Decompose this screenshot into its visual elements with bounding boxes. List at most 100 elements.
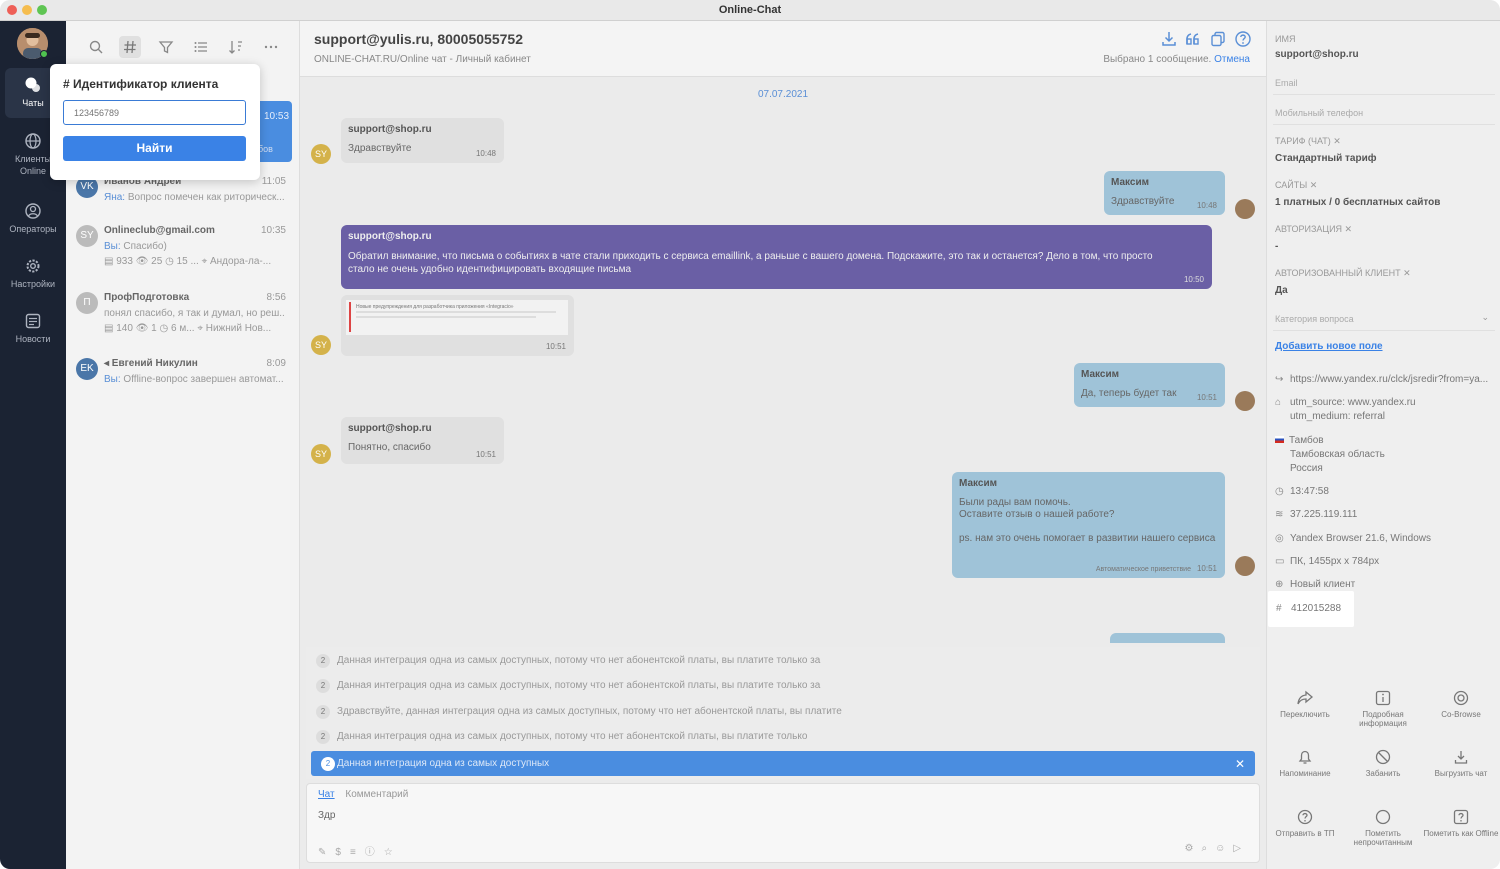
tariff-value: Стандартный тариф	[1275, 153, 1377, 164]
chevron-down-icon: ⌄	[1481, 312, 1489, 322]
tariff-label: ТАРИФ (ЧАТ) ✕	[1275, 136, 1341, 146]
mark-offline-action[interactable]: Пометить как Offline	[1421, 809, 1500, 838]
chat-time: 8:56	[266, 292, 286, 303]
client-avatar: SY	[311, 335, 331, 355]
city-info: Тамбов	[1275, 435, 1324, 446]
ban-action[interactable]: Забанить	[1343, 749, 1423, 778]
send-to-support-action[interactable]: Отправить в ТП	[1265, 809, 1345, 838]
message-author: Максим	[1081, 369, 1119, 380]
search-icon[interactable]	[85, 36, 107, 58]
more-icon[interactable]	[260, 36, 282, 58]
chat-subtitle: ONLINE-CHAT.RU/Online чат - Личный кабин…	[314, 54, 531, 65]
email-field[interactable]: Email	[1273, 73, 1495, 95]
message-author: Максим	[959, 478, 997, 489]
download-icon[interactable]	[1160, 30, 1178, 48]
category-select[interactable]: Категория вопроса ⌄	[1273, 309, 1495, 331]
quick-reply-item[interactable]: 2 Данная интеграция одна из самых доступн…	[306, 650, 1260, 672]
cancel-selection-link[interactable]: Отмена	[1214, 54, 1250, 65]
chat-name: ◂ Евгений Никулин	[104, 358, 198, 369]
quick-reply-item[interactable]: 2 Здравствуйте, данная интеграция одна из…	[306, 701, 1260, 723]
app-window: Online-Chat Чаты Клиенты Online Оператор…	[0, 0, 1500, 869]
operator-message-avatar	[1235, 199, 1255, 219]
chat-list-item[interactable]: VK Иванов Андрей 11:05 Яна: Вопрос помеч…	[76, 176, 296, 216]
globe-icon	[25, 133, 41, 149]
export-chat-action[interactable]: Выгрузить чат	[1421, 749, 1500, 778]
client-avatar: SY	[311, 144, 331, 164]
selected-message[interactable]: support@shop.ru Обратил внимание, что пи…	[341, 225, 1212, 289]
chat-name: Onlineclub@gmail.com	[104, 225, 215, 236]
message-time: 10:48	[475, 149, 496, 158]
chat-title: support@yulis.ru, 80005055752	[314, 31, 523, 47]
operator-message-avatar	[1235, 391, 1255, 411]
auth-label: АВТОРИЗАЦИЯ ✕	[1275, 224, 1353, 234]
details-action[interactable]: Подробная информация	[1343, 690, 1423, 728]
composer-toolbar-right[interactable]: ⚙⌕☺▷	[1185, 843, 1249, 854]
chat-list-item[interactable]: SY Onlineclub@gmail.com 10:35 Вы: Спасиб…	[76, 225, 296, 275]
utm-medium-info: utm_medium: referral	[1290, 411, 1386, 422]
list-icon[interactable]	[190, 36, 212, 58]
image-message[interactable]: Новые предупреждения для разработчика пр…	[341, 295, 574, 356]
copy-icon[interactable]	[1209, 30, 1227, 48]
chat-avatar: SY	[76, 225, 98, 247]
rail-item-news[interactable]: Новости	[5, 312, 61, 345]
ban-icon	[1375, 749, 1391, 765]
mark-unread-action[interactable]: Пометить непрочитанным	[1343, 809, 1423, 847]
message-text-line: ps. нам это очень помогает в развитии на…	[959, 533, 1216, 544]
attachment-thumbnail[interactable]: Новые предупреждения для разработчика пр…	[346, 300, 568, 335]
help-icon[interactable]	[1234, 30, 1252, 48]
chat-avatar: EK	[76, 358, 98, 380]
chat-preview: Вы: Offline-вопрос завершен автомат...	[104, 374, 284, 385]
message-composer: Чат Комментарий Здр ✎$≡ⓘ☆ ⚙⌕☺▷	[306, 783, 1260, 863]
client-id-info: #412015288	[1276, 603, 1342, 614]
client-id-input[interactable]	[63, 100, 246, 125]
chat-time: 10:35	[260, 225, 286, 236]
reminder-action[interactable]: Напоминание	[1265, 749, 1345, 778]
help-icon	[1297, 809, 1313, 825]
hash-icon[interactable]	[119, 36, 141, 58]
window-title: Online-Chat	[718, 4, 782, 16]
rail-item-operators[interactable]: Операторы	[5, 202, 61, 235]
referrer-info[interactable]: ↪ https://www.yandex.ru/clck/jsredir?from…	[1275, 374, 1488, 385]
tab-chat[interactable]: Чат	[318, 789, 335, 800]
cobrowse-action[interactable]: Co-Browse	[1421, 690, 1500, 719]
monitor-icon: ▭	[1275, 556, 1285, 567]
forward-icon	[1297, 690, 1314, 705]
message-input[interactable]: Здр	[318, 810, 335, 821]
incoming-message[interactable]: support@shop.ru Здравствуйте 10:48	[341, 118, 504, 163]
client-id-highlight[interactable]: #412015288	[1268, 591, 1354, 627]
client-avatar: SY	[311, 444, 331, 464]
quick-reply-item[interactable]: 2 Данная интеграция одна из самых доступн…	[306, 726, 1260, 748]
chat-list-item[interactable]: П ПрофПодготовка 8:56 понял спасибо, я т…	[76, 292, 296, 342]
composer-toolbar-left[interactable]: ✎$≡ⓘ☆	[318, 843, 402, 858]
chat-list-item[interactable]: EK ◂ Евгений Никулин 8:09 Вы: Offline-во…	[76, 358, 296, 398]
rail-item-settings[interactable]: Настройки	[5, 257, 61, 290]
incoming-message[interactable]: support@shop.ru Понятно, спасибо 10:51	[341, 417, 504, 464]
quote-icon[interactable]	[1184, 30, 1202, 48]
flag-icon	[1275, 436, 1284, 443]
chat-time: 8:09	[266, 358, 286, 369]
sort-icon[interactable]	[225, 36, 247, 58]
quick-reply-item[interactable]: 2 Данная интеграция одна из самых доступн…	[306, 675, 1260, 697]
message-time: 10:51	[1196, 393, 1217, 402]
phone-field[interactable]: Мобильный телефон	[1273, 103, 1495, 125]
client-name[interactable]: support@shop.ru	[1275, 49, 1359, 60]
quick-reply-item-active[interactable]: 2 Данная интеграция одна из самых доступн…	[311, 751, 1255, 776]
rail-item-label: Клиенты Online	[14, 154, 52, 176]
news-icon	[25, 313, 41, 329]
outgoing-message[interactable]: Максим Были рады вам помочь. Оставите от…	[952, 472, 1225, 578]
switch-action[interactable]: Переключить	[1265, 690, 1345, 719]
close-icon[interactable]: ✕	[1235, 757, 1245, 771]
share-icon: ↪	[1275, 374, 1284, 385]
outgoing-message[interactable]: Максим Здравствуйте 10:48	[1104, 171, 1225, 215]
add-field-link[interactable]: Добавить новое поле	[1275, 341, 1383, 352]
tab-comment[interactable]: Комментарий	[345, 789, 408, 800]
attachment-preview-text: Новые предупреждения для разработчика пр…	[356, 304, 514, 310]
message-text-line: Оставите отзыв о нашей работе?	[959, 509, 1115, 520]
find-button[interactable]: Найти	[63, 136, 246, 161]
filter-icon[interactable]	[155, 36, 177, 58]
selected-chat-item[interactable]: 10:53 бов	[255, 101, 292, 162]
rail-item-label: Настройки	[10, 279, 56, 289]
message-time: 10:50	[1183, 275, 1204, 284]
message-author: support@shop.ru	[348, 423, 432, 434]
outgoing-message[interactable]: Максим Да, теперь будет так 10:51	[1074, 363, 1225, 407]
